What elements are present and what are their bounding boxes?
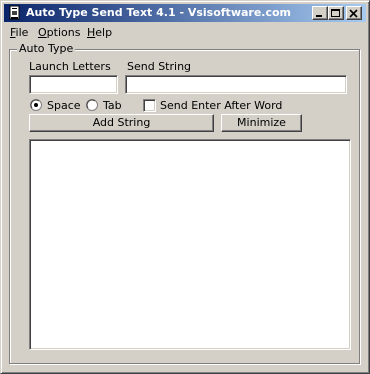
minimize-icon <box>316 15 322 17</box>
group-title: Auto Type <box>17 42 76 55</box>
send-enter-checkbox[interactable] <box>143 99 156 112</box>
maximize-icon <box>331 9 340 17</box>
add-string-button[interactable]: Add String <box>29 114 214 132</box>
send-enter-label[interactable]: Send Enter After Word <box>160 99 282 112</box>
send-string-input[interactable] <box>125 75 347 94</box>
radio-tab-label[interactable]: Tab <box>103 99 122 112</box>
radio-space-label[interactable]: Space <box>47 99 81 112</box>
window-title: Auto Type Send Text 4.1 - Vsisoftware.co… <box>26 6 292 19</box>
menu-file[interactable]: File <box>10 26 28 39</box>
radio-tab[interactable] <box>86 99 98 111</box>
app-window: Auto Type Send Text 4.1 - Vsisoftware.co… <box>0 0 370 374</box>
launch-letters-input[interactable] <box>29 75 118 94</box>
close-icon <box>349 9 358 18</box>
title-bar[interactable]: Auto Type Send Text 4.1 - Vsisoftware.co… <box>4 4 366 22</box>
send-string-label: Send String <box>127 60 192 73</box>
maximize-window-button[interactable] <box>328 6 344 20</box>
app-icon[interactable] <box>7 5 23 21</box>
menu-help[interactable]: Help <box>87 26 112 39</box>
radio-space[interactable] <box>30 99 42 111</box>
strings-list[interactable] <box>29 139 351 350</box>
menu-bar: File Options Help <box>4 23 366 42</box>
menu-options[interactable]: Options <box>38 26 80 39</box>
minimize-button[interactable]: Minimize <box>221 114 302 132</box>
launch-letters-label: Launch Letters <box>29 60 111 73</box>
close-window-button[interactable] <box>346 6 362 20</box>
minimize-window-button[interactable] <box>312 6 328 20</box>
